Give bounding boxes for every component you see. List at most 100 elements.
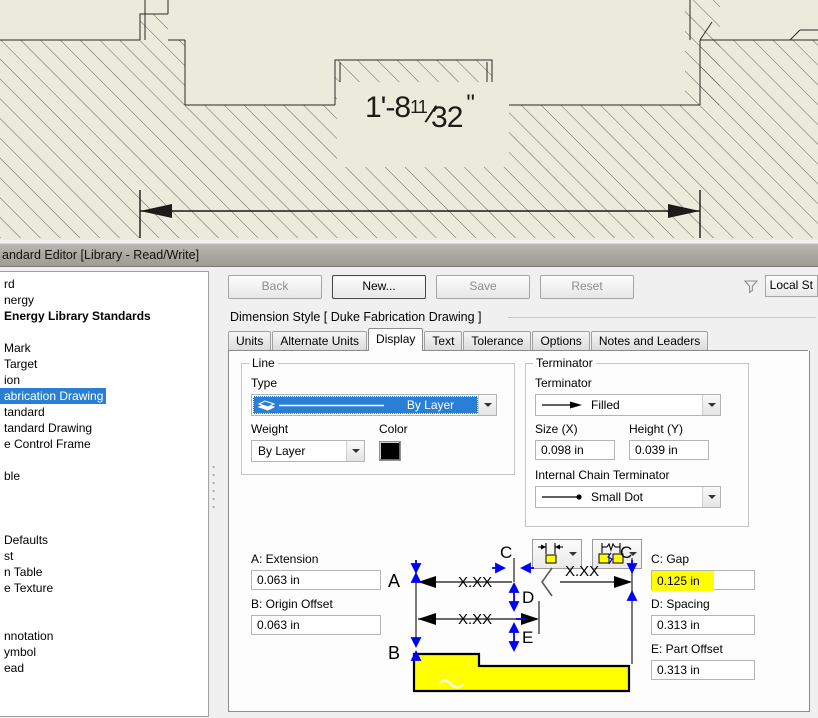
chevron-down-icon (707, 495, 716, 499)
preview-marker-c2: C (620, 543, 632, 562)
origin-offset-input[interactable]: 0.063 in (251, 615, 381, 635)
tree-item[interactable]: nergy (0, 292, 208, 308)
gap-input-value: 0.125 in (652, 571, 714, 591)
splitter-grip-icon (212, 466, 215, 508)
chevron-down-icon (483, 403, 492, 407)
terminator-size-label: Size (X) (535, 422, 578, 436)
tree-item[interactable]: n Table (0, 564, 208, 580)
tree-item[interactable]: e Control Frame (0, 436, 208, 452)
internal-chain-terminator-combobox[interactable]: Small Dot (535, 486, 721, 508)
preview-marker-a: A (388, 571, 400, 591)
line-weight-dropdown-arrow[interactable] (346, 441, 364, 461)
save-button[interactable]: Save (436, 275, 530, 299)
window-title: andard Editor [Library - Read/Write] (2, 248, 200, 262)
window-body: rd nergy Energy Library Standards Mark Targe… (0, 266, 818, 718)
preview-marker-b: B (388, 643, 400, 663)
tab-options[interactable]: Options (532, 331, 590, 351)
spacing-input[interactable]: 0.313 in (651, 615, 755, 635)
tree-item[interactable]: ead (0, 660, 208, 676)
dimension-style-header: Dimension Style [ Duke Fabrication Drawi… (230, 310, 482, 324)
tree-item[interactable]: tandard Drawing (0, 420, 208, 436)
style-standard-editor-window: andard Editor [Library - Read/Write] rd n… (0, 240, 818, 718)
part-offset-input[interactable]: 0.313 in (651, 660, 755, 680)
tab-display[interactable]: Display (368, 328, 424, 351)
line-group-legend: Line (249, 356, 278, 370)
small-dot-terminator-icon (542, 494, 582, 500)
tree-item-selected[interactable]: abrication Drawing (0, 388, 208, 404)
editor-right-pane: Back New... Save Reset Local St Dimensio… (218, 271, 818, 718)
tab-text[interactable]: Text (424, 331, 463, 351)
style-tabs: Units Alternate Units Display Text Tolerance… (228, 328, 709, 351)
internal-chain-dropdown-arrow[interactable] (702, 487, 720, 507)
line-type-value: By Layer (406, 398, 455, 412)
tab-units[interactable]: Units (228, 331, 272, 351)
tree-item[interactable]: ymbol (0, 644, 208, 660)
line-type-combobox[interactable]: By Layer (251, 394, 497, 416)
terminator-dropdown-arrow[interactable] (702, 395, 720, 415)
terminator-combobox[interactable]: Filled (535, 394, 721, 416)
extension-label: A: Extension (251, 552, 319, 566)
cad-drawing-viewport[interactable]: 1'-811/32 " (0, 0, 818, 240)
terminator-label: Terminator (535, 376, 592, 390)
line-color-swatch[interactable] (379, 441, 401, 461)
line-weight-combobox[interactable]: By Layer (251, 440, 365, 462)
back-button[interactable]: Back (228, 275, 322, 299)
dim-inch-mark: " (466, 90, 474, 117)
part-offset-label: E: Part Offset (651, 642, 723, 656)
line-weight-value: By Layer (258, 444, 306, 458)
dimension-preview-diagram: X.XX X.XX X.XX A B C C D E (384, 543, 644, 693)
tree-item[interactable]: e Texture (0, 580, 208, 596)
line-preview-icon (279, 404, 384, 406)
internal-chain-terminator-label: Internal Chain Terminator (535, 468, 670, 482)
line-weight-label: Weight (251, 422, 289, 436)
tab-notes-and-leaders[interactable]: Notes and Leaders (590, 331, 709, 351)
filled-arrow-terminator-icon (542, 401, 582, 409)
preview-dim-3: X.XX (565, 563, 599, 580)
tree-item[interactable]: nnotation (0, 628, 208, 644)
filter-funnel-icon[interactable] (743, 278, 759, 294)
panel-splitter[interactable] (209, 271, 218, 715)
extension-input[interactable]: 0.063 in (251, 570, 381, 590)
new-button[interactable]: New... (332, 275, 426, 299)
header-divider (508, 317, 816, 318)
chevron-down-icon (351, 449, 360, 453)
preview-marker-c1: C (500, 543, 512, 562)
tree-item[interactable]: ion (0, 372, 208, 388)
filter-zone: Local St (743, 275, 818, 297)
cad-dimension-text: 1'-811/32 " (365, 90, 475, 134)
spacing-label: D: Spacing (651, 597, 710, 611)
dim-denominator: 32 (431, 101, 463, 134)
terminator-value: Filled (591, 398, 620, 412)
terminator-height-label: Height (Y) (629, 422, 684, 436)
tree-item[interactable]: rd (0, 276, 208, 292)
tab-tolerance[interactable]: Tolerance (463, 331, 532, 351)
window-titlebar[interactable]: andard Editor [Library - Read/Write] (0, 243, 818, 266)
tree-item[interactable]: Mark (0, 340, 208, 356)
internal-chain-terminator-value: Small Dot (591, 490, 644, 504)
tree-item[interactable]: Energy Library Standards (0, 308, 208, 324)
tree-item[interactable]: ble (0, 468, 208, 484)
origin-offset-label: B: Origin Offset (251, 597, 333, 611)
line-type-dropdown-arrow[interactable] (478, 395, 496, 415)
tree-item[interactable]: Defaults (0, 532, 208, 548)
tab-alternate-units[interactable]: Alternate Units (272, 331, 368, 351)
gap-input-wrapper[interactable]: 0.125 in (651, 570, 755, 591)
line-color-label: Color (379, 422, 408, 436)
line-type-selected-row: By Layer (253, 396, 478, 414)
standards-tree-panel[interactable]: rd nergy Energy Library Standards Mark Targe… (0, 271, 209, 717)
tree-item[interactable]: Target (0, 356, 208, 372)
terminator-size-input[interactable]: 0.098 in (535, 440, 615, 460)
tree-item[interactable]: tandard (0, 404, 208, 420)
line-type-label: Type (251, 376, 278, 390)
standards-scope-dropdown[interactable]: Local St (764, 275, 818, 297)
action-button-row: Back New... Save Reset (228, 275, 634, 299)
terminator-height-input[interactable]: 0.039 in (629, 440, 709, 460)
tree-item[interactable]: st (0, 548, 208, 564)
reset-button[interactable]: Reset (540, 275, 634, 299)
